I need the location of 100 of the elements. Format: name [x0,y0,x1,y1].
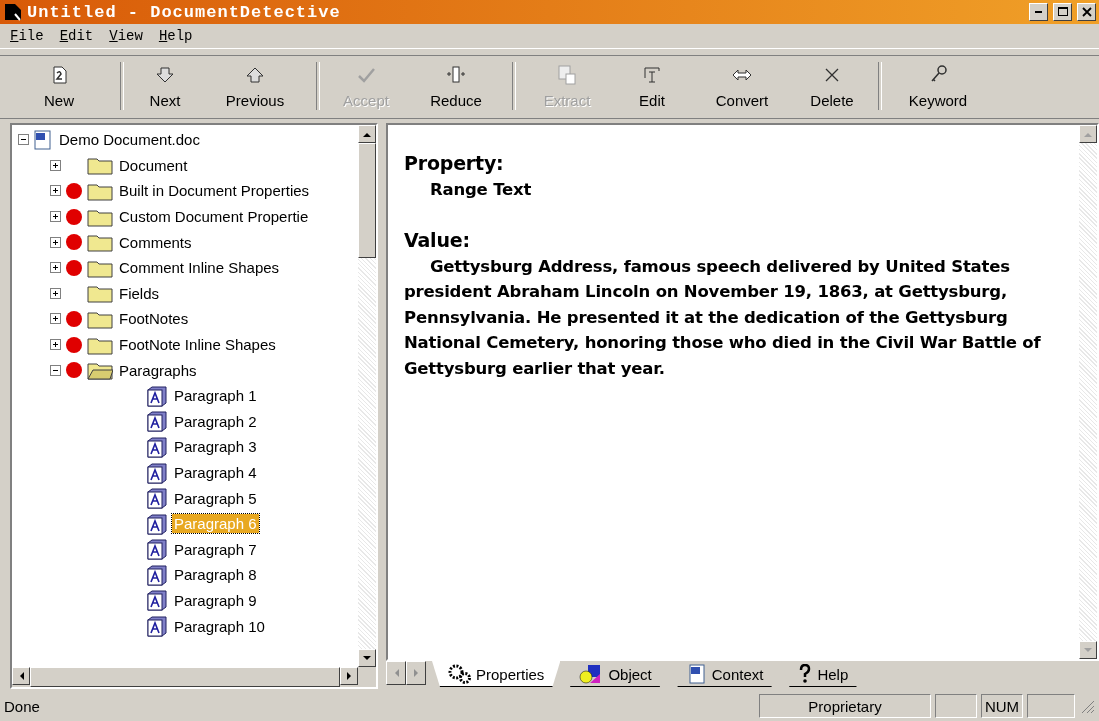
letter-block-icon [146,461,168,484]
tree-item[interactable]: FootNote Inline Shapes [117,335,278,355]
down-triangle-icon [1084,647,1092,653]
tree-item[interactable]: Paragraph 4 [172,463,259,482]
expand-icon[interactable] [50,287,61,299]
letter-block-icon [146,512,168,535]
tree-item[interactable]: Fields [117,283,161,303]
toolbar-button[interactable]: Keyword [888,60,988,118]
folder-icon [87,232,113,253]
scroll-down-button[interactable] [1079,641,1097,659]
menu-item[interactable]: File [8,28,46,44]
value-text: Gettysburg Address, famous speech delivered by United States president Abraham Lincoln on November 19, 1863, at Gettysburg, Pennsylvania. He presented it at the dedication of the Gettysburg National Cemetery, honoring those who died in the Civil War Battle of Gettysburg earlier that year. [404,255,1042,380]
scroll-down-button[interactable] [358,649,376,667]
up-triangle-icon [1084,131,1092,137]
maximize-button[interactable] [1053,3,1072,21]
maximize-icon [1057,7,1068,17]
status-panel [935,694,977,718]
window-title: Untitled - DocumentDetective [27,2,342,22]
reduce-icon [445,64,467,86]
folder-icon [87,283,113,304]
tree-item[interactable]: Paragraph 7 [172,539,259,559]
folder-icon [87,155,113,176]
letter-block-icon [146,435,168,458]
status-message: Done [4,697,41,715]
menu-item[interactable]: View [107,28,145,44]
right-triangle-icon [346,672,352,680]
tree-item[interactable]: Document [117,155,190,175]
tree-item[interactable]: Paragraph 5 [172,488,259,508]
tab[interactable]: Properties [432,661,561,687]
letter-block-icon [146,487,168,510]
status-panel [1027,694,1075,718]
app-icon [3,2,23,22]
property-name: Range Text [429,178,533,201]
expand-icon[interactable] [50,313,61,325]
toolbar-button[interactable]: Delete [792,60,872,118]
tree-item[interactable]: Built in Document Properties [117,181,312,201]
close-icon [1081,7,1092,17]
toolbar-button[interactable]: New [4,60,114,118]
tab-scroll-left-button[interactable] [386,661,406,685]
flag-dot-icon [65,233,83,252]
folder-icon [87,181,113,201]
flag-dot-icon [65,309,83,328]
open-folder-icon [87,360,113,381]
tree-item[interactable]: Demo Document.doc [57,130,202,150]
tree-item[interactable]: Paragraph 8 [172,565,259,585]
scroll-thumb[interactable] [358,143,376,258]
toolbar-button[interactable]: Next [130,60,200,118]
toolbar-button[interactable]: Convert [692,60,792,118]
left-triangle-icon [393,669,399,677]
text-cursor-icon [641,64,663,86]
tree-item[interactable]: Paragraph 3 [172,437,259,457]
tree-item[interactable]: Paragraph 9 [172,591,259,610]
tree-item[interactable]: Comments [117,232,194,252]
tree-item[interactable]: Paragraph 10 [172,616,267,636]
flag-dot-icon [65,207,83,226]
collapse-icon[interactable] [50,364,61,376]
left-triangle-icon [18,672,24,680]
extract-icon [556,64,578,86]
up-triangle-icon [363,131,371,137]
letter-block-icon [146,615,168,638]
menu-item[interactable]: Edit [57,28,96,44]
gears-icon [448,664,472,684]
toolbar-button[interactable]: Edit [612,60,692,118]
tree-item[interactable]: Paragraph 2 [172,411,259,431]
scroll-left-button[interactable] [12,667,30,685]
down-triangle-icon [363,655,371,661]
flag-dot-icon [65,182,83,200]
flag-dot-icon [65,361,83,380]
letter-block-icon [146,563,168,586]
letter-block-icon [146,538,168,561]
flag-dot-icon [65,335,83,354]
minimize-icon [1035,11,1042,13]
close-button[interactable] [1077,3,1096,21]
toolbar-button[interactable]: Reduce [406,60,506,118]
expand-icon[interactable] [50,185,61,197]
expand-icon[interactable] [50,211,61,223]
tab-scroll-right-button[interactable] [406,661,426,685]
tree-item[interactable]: Comment Inline Shapes [117,258,282,278]
property-heading: Property: [404,151,505,176]
expand-icon[interactable] [50,236,61,248]
toolbar-button[interactable]: Previous [200,60,310,118]
letter-block-icon [146,410,168,433]
tree-item[interactable]: Paragraphs [117,360,199,380]
minimize-button[interactable] [1029,3,1048,21]
flag-dot-icon [65,258,83,277]
word-document-icon [33,129,53,150]
letter-block-icon [146,384,168,407]
expand-icon[interactable] [50,159,61,171]
expand-icon[interactable] [50,262,61,274]
tree-item[interactable]: Paragraph 1 [172,386,259,406]
menu-item[interactable]: Help [156,28,195,44]
tree-item[interactable]: Custom Document Propertie [117,207,311,227]
scroll-right-button[interactable] [340,667,358,685]
expand-icon[interactable] [50,339,61,351]
status-panel: Proprietary [759,694,931,718]
scroll-up-button[interactable] [1079,125,1097,143]
letter-block-icon [146,589,168,612]
scroll-up-button[interactable] [358,125,376,143]
tree-item[interactable]: FootNotes [117,309,191,329]
collapse-icon[interactable] [18,134,29,146]
